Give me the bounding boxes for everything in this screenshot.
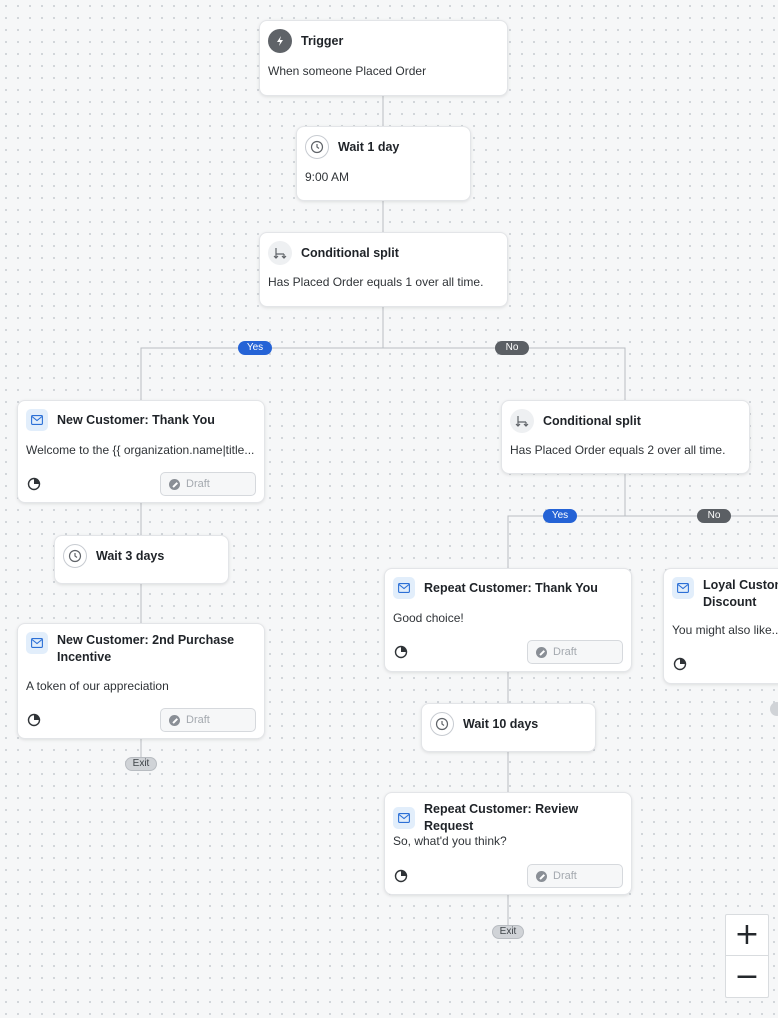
zoom-out-button[interactable]: − xyxy=(725,956,769,998)
analytics-icon[interactable] xyxy=(394,869,408,883)
draft-status-button[interactable]: Draft xyxy=(160,472,256,496)
draft-status-button[interactable]: Draft xyxy=(527,864,623,888)
clock-icon xyxy=(63,544,87,568)
zoom-in-button[interactable]: + xyxy=(725,914,769,956)
node-title: Repeat Customer: Thank You xyxy=(424,580,598,595)
plus-icon: + xyxy=(734,917,760,952)
analytics-icon[interactable] xyxy=(673,657,687,671)
analytics-icon[interactable] xyxy=(27,713,41,727)
node-title: Conditional split xyxy=(543,413,641,428)
branch-no-pill: No xyxy=(697,509,731,523)
draft-status-label: Draft xyxy=(186,714,210,726)
node-title: Conditional split xyxy=(301,245,399,260)
email-icon xyxy=(672,577,694,599)
node-description: Has Placed Order equals 1 over all time. xyxy=(268,275,484,289)
email-node-new-customer-incentive[interactable]: New Customer: 2nd Purchase Incentive A t… xyxy=(17,623,265,739)
email-node-repeat-customer-review-request[interactable]: Repeat Customer: Review Request So, what… xyxy=(384,792,632,895)
clock-icon xyxy=(305,135,329,159)
node-description: You might also like... xyxy=(672,623,778,637)
node-title-line-1: New Customer: 2nd Purchase xyxy=(57,633,235,647)
node-description: Welcome to the {{ organization.name|titl… xyxy=(26,443,255,457)
node-title: Loyal Custom Discount xyxy=(703,577,778,611)
email-icon xyxy=(26,409,48,431)
draft-status-label: Draft xyxy=(553,646,577,658)
node-title-line-2: Incentive xyxy=(57,650,112,664)
node-description: Has Placed Order equals 2 over all time. xyxy=(510,443,726,457)
node-description: Good choice! xyxy=(393,611,464,625)
branch-yes-pill: Yes xyxy=(543,509,577,523)
node-description: So, what'd you think? xyxy=(393,834,507,848)
wait-node-1-day[interactable]: Wait 1 day 9:00 AM xyxy=(296,126,471,201)
node-description: A token of our appreciation xyxy=(26,679,169,693)
node-title: New Customer: 2nd Purchase Incentive xyxy=(57,632,234,666)
lightning-icon xyxy=(268,29,292,53)
exit-pill-left: Exit xyxy=(125,757,157,771)
email-icon xyxy=(393,807,415,829)
split-icon xyxy=(510,409,534,433)
email-icon xyxy=(393,577,415,599)
node-description: When someone Placed Order xyxy=(268,64,427,78)
email-node-loyal-customer-discount[interactable]: Loyal Custom Discount You might also lik… xyxy=(663,568,778,684)
node-title-line-2: Discount xyxy=(703,595,757,609)
branch-yes-pill: Yes xyxy=(238,341,272,355)
exit-pill-right: Exit xyxy=(492,925,524,939)
node-title-line-1: Loyal Custom xyxy=(703,578,778,592)
flow-canvas[interactable]: Trigger When someone Placed Order Wait 1… xyxy=(0,0,778,1018)
draft-status-label: Draft xyxy=(553,870,577,882)
node-title: Repeat Customer: Review Request xyxy=(424,802,579,833)
clock-icon xyxy=(430,712,454,736)
node-title: Wait 3 days xyxy=(96,548,165,563)
conditional-split-node-2[interactable]: Conditional split Has Placed Order equal… xyxy=(501,400,750,474)
draft-status-icon xyxy=(169,714,180,726)
branch-no-pill: No xyxy=(495,341,529,355)
trigger-node[interactable]: Trigger When someone Placed Order xyxy=(259,20,508,96)
draft-status-label: Draft xyxy=(186,478,210,490)
offscreen-exit-chip xyxy=(770,702,778,716)
minus-icon: − xyxy=(734,958,760,994)
draft-status-button[interactable]: Draft xyxy=(160,708,256,732)
wait-node-10-days[interactable]: Wait 10 days xyxy=(421,703,596,752)
split-icon xyxy=(268,241,292,265)
draft-status-icon xyxy=(169,478,180,490)
analytics-icon[interactable] xyxy=(27,477,41,491)
draft-status-icon xyxy=(536,646,547,658)
draft-status-button[interactable]: Draft xyxy=(527,640,623,664)
wait-node-3-days[interactable]: Wait 3 days xyxy=(54,535,229,584)
node-title: New Customer: Thank You xyxy=(57,412,215,427)
email-node-repeat-customer-thank-you[interactable]: Repeat Customer: Thank You Good choice! … xyxy=(384,568,632,672)
analytics-icon[interactable] xyxy=(394,645,408,659)
email-node-new-customer-thank-you[interactable]: New Customer: Thank You Welcome to the {… xyxy=(17,400,265,503)
node-title: Wait 1 day xyxy=(338,139,400,154)
draft-status-icon xyxy=(536,870,547,882)
email-icon xyxy=(26,632,48,654)
node-title: Trigger xyxy=(301,33,344,48)
node-description: 9:00 AM xyxy=(305,170,350,184)
node-title: Wait 10 days xyxy=(463,716,539,731)
conditional-split-node-1[interactable]: Conditional split Has Placed Order equal… xyxy=(259,232,508,307)
